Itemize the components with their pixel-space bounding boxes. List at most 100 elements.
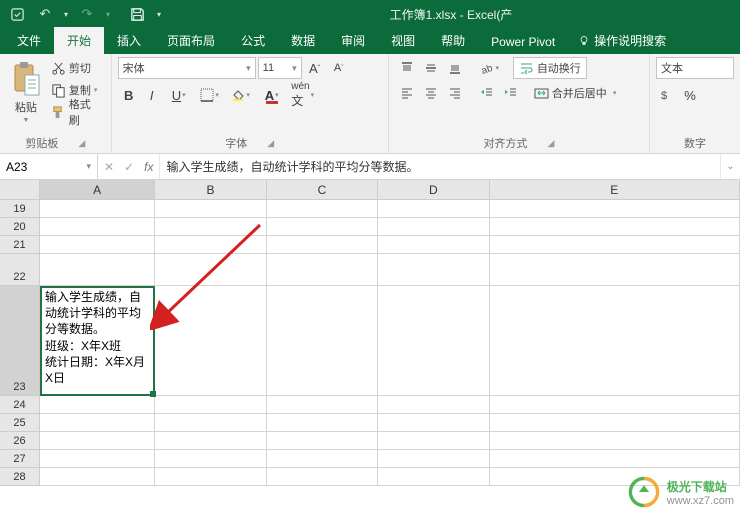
- cell-B19[interactable]: [155, 200, 266, 218]
- cell-A19[interactable]: [40, 200, 155, 218]
- column-header-C[interactable]: C: [267, 180, 378, 200]
- cell-B26[interactable]: [155, 432, 266, 450]
- tell-me-search[interactable]: 操作说明搜索: [568, 27, 676, 54]
- cell-D26[interactable]: [378, 432, 489, 450]
- row-header-24[interactable]: 24: [0, 396, 40, 414]
- underline-button[interactable]: U▾: [164, 84, 194, 106]
- undo-icon[interactable]: ↶: [32, 2, 58, 26]
- cell-E23[interactable]: [490, 286, 740, 396]
- row-header-23[interactable]: 23: [0, 286, 40, 396]
- align-center-button[interactable]: [419, 82, 443, 104]
- tab-view[interactable]: 视图: [378, 27, 428, 54]
- cell-A27[interactable]: [40, 450, 155, 468]
- autosave-icon[interactable]: [4, 2, 30, 26]
- cell-D21[interactable]: [378, 236, 489, 254]
- tab-home[interactable]: 开始: [54, 27, 104, 54]
- italic-button[interactable]: I: [141, 84, 163, 106]
- align-middle-button[interactable]: [419, 57, 443, 79]
- cell-A20[interactable]: [40, 218, 155, 236]
- name-box[interactable]: A23▾: [0, 154, 98, 179]
- cell-B24[interactable]: [155, 396, 266, 414]
- cell-E19[interactable]: [490, 200, 740, 218]
- tab-help[interactable]: 帮助: [428, 27, 478, 54]
- tab-formulas[interactable]: 公式: [228, 27, 278, 54]
- cell-E21[interactable]: [490, 236, 740, 254]
- align-bottom-button[interactable]: [443, 57, 467, 79]
- phonetic-button[interactable]: wén文▾: [288, 84, 318, 106]
- row-header-19[interactable]: 19: [0, 200, 40, 218]
- cell-D25[interactable]: [378, 414, 489, 432]
- cell-B27[interactable]: [155, 450, 266, 468]
- cell-A25[interactable]: [40, 414, 155, 432]
- row-header-28[interactable]: 28: [0, 468, 40, 486]
- cell-D22[interactable]: [378, 254, 489, 286]
- number-format-combo[interactable]: 文本: [656, 57, 734, 79]
- cell-E22[interactable]: [490, 254, 740, 286]
- tab-powerpivot[interactable]: Power Pivot: [478, 30, 568, 54]
- dialog-launcher-icon[interactable]: ◢: [78, 138, 85, 149]
- cell-E27[interactable]: [490, 450, 740, 468]
- cell-C22[interactable]: [267, 254, 378, 286]
- formula-input[interactable]: 输入学生成绩，自动统计学科的平均分等数据。: [160, 154, 720, 179]
- tab-page-layout[interactable]: 页面布局: [154, 27, 228, 54]
- column-header-A[interactable]: A: [40, 180, 155, 200]
- cell-A22[interactable]: [40, 254, 155, 286]
- cell-D23[interactable]: [378, 286, 489, 396]
- cell-A23[interactable]: 输入学生成绩，自动统计学科的平均分等数据。 班级：X年X班 统计日期：X年X月X…: [40, 286, 155, 396]
- cell-B22[interactable]: [155, 254, 266, 286]
- decrease-indent-button[interactable]: [475, 82, 499, 104]
- font-color-button[interactable]: A ▾: [257, 84, 287, 106]
- redo-icon[interactable]: ↷: [74, 2, 100, 26]
- row-header-22[interactable]: 22: [0, 254, 40, 286]
- cell-D28[interactable]: [378, 468, 489, 486]
- tab-review[interactable]: 审阅: [328, 27, 378, 54]
- format-painter-button[interactable]: 格式刷: [48, 101, 105, 123]
- fx-icon[interactable]: fx: [144, 160, 153, 174]
- cell-C25[interactable]: [267, 414, 378, 432]
- fill-handle[interactable]: [150, 391, 156, 397]
- align-left-button[interactable]: [395, 82, 419, 104]
- fill-color-button[interactable]: ▾: [226, 84, 256, 106]
- decrease-font-button[interactable]: Aˇ: [328, 57, 350, 79]
- spreadsheet-grid[interactable]: ABCDE 19202122232425262728 输入学生成绩，自动统计学科…: [0, 180, 740, 515]
- increase-font-button[interactable]: Aˆ: [304, 57, 326, 79]
- cell-A28[interactable]: [40, 468, 155, 486]
- percent-button[interactable]: %: [679, 84, 701, 106]
- cell-C24[interactable]: [267, 396, 378, 414]
- merge-center-button[interactable]: 合并后居中 ▾: [531, 82, 620, 104]
- cell-E20[interactable]: [490, 218, 740, 236]
- cell-A21[interactable]: [40, 236, 155, 254]
- tab-file[interactable]: 文件: [4, 27, 54, 54]
- cell-D19[interactable]: [378, 200, 489, 218]
- align-top-button[interactable]: [395, 57, 419, 79]
- border-button[interactable]: ▾: [195, 84, 225, 106]
- cancel-icon[interactable]: ✕: [104, 160, 114, 174]
- align-right-button[interactable]: [443, 82, 467, 104]
- qat-dropdown2-icon[interactable]: ▾: [102, 2, 114, 26]
- cell-A26[interactable]: [40, 432, 155, 450]
- cell-C21[interactable]: [267, 236, 378, 254]
- select-all-corner[interactable]: [0, 180, 40, 200]
- qat-more-icon[interactable]: ▾: [152, 2, 166, 26]
- cell-C19[interactable]: [267, 200, 378, 218]
- cell-C20[interactable]: [267, 218, 378, 236]
- cell-C27[interactable]: [267, 450, 378, 468]
- cell-B25[interactable]: [155, 414, 266, 432]
- row-header-26[interactable]: 26: [0, 432, 40, 450]
- cell-D20[interactable]: [378, 218, 489, 236]
- column-header-D[interactable]: D: [378, 180, 489, 200]
- confirm-icon[interactable]: ✓: [124, 160, 134, 174]
- cell-E24[interactable]: [490, 396, 740, 414]
- cell-C23[interactable]: [267, 286, 378, 396]
- cell-D24[interactable]: [378, 396, 489, 414]
- cell-C28[interactable]: [267, 468, 378, 486]
- wrap-text-button[interactable]: 自动换行: [513, 57, 587, 79]
- row-header-27[interactable]: 27: [0, 450, 40, 468]
- font-size-combo[interactable]: 11▾: [258, 57, 302, 79]
- cell-A24[interactable]: [40, 396, 155, 414]
- qat-dropdown-icon[interactable]: ▾: [60, 2, 72, 26]
- cut-button[interactable]: 剪切: [48, 57, 105, 79]
- row-header-25[interactable]: 25: [0, 414, 40, 432]
- paste-button[interactable]: 粘贴 ▼: [6, 57, 46, 124]
- cell-B28[interactable]: [155, 468, 266, 486]
